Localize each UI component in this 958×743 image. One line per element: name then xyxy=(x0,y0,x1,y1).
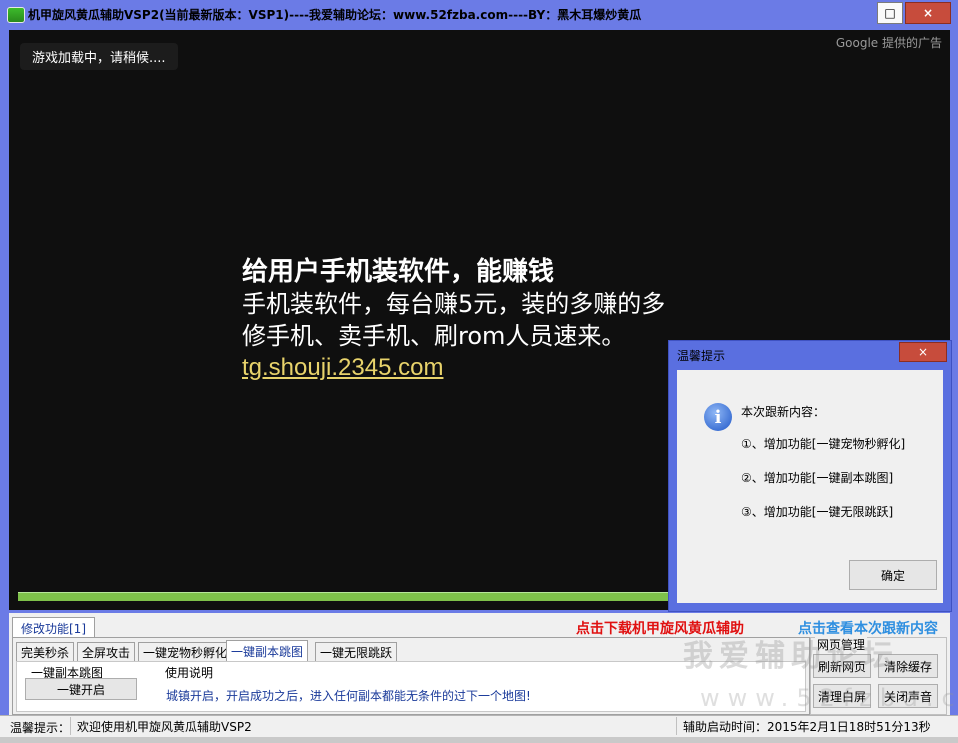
watermark-url: www.52fzba.com xyxy=(700,684,958,712)
notice-dialog: 温馨提示 × i 本次跟新内容： ①、增加功能[一键宠物秒孵化] ②、增加功能[… xyxy=(668,340,952,612)
maximize-button[interactable]: □ xyxy=(877,2,903,24)
info-icon: i xyxy=(704,403,732,431)
usage-group: 使用说明 城镇开启，开启成功之后，进入任何副本都能无条件的过下一个地图! xyxy=(157,666,697,704)
loading-progress-bar xyxy=(18,592,668,601)
loading-indicator: 游戏加载中，请稍候.... xyxy=(20,43,178,70)
tab-perfect-kill[interactable]: 完美秒杀 xyxy=(16,642,75,662)
status-message: 欢迎使用机甲旋风黄瓜辅助VSP2 xyxy=(70,717,677,735)
usage-text: 城镇开启，开启成功之后，进入任何副本都能无条件的过下一个地图! xyxy=(166,689,531,703)
ad-headline[interactable]: 给用户手机装软件，能赚钱 xyxy=(242,256,665,288)
status-bar: 温馨提示： 欢迎使用机甲旋风黄瓜辅助VSP2 辅助启动时间：2015年2月1日1… xyxy=(0,715,958,738)
ad-line: 修手机、卖手机、刷rom人员速来。 xyxy=(242,322,626,350)
app-window: 机甲旋风黄瓜辅助VSP2(当前最新版本：VSP1)----我爱辅助论坛：www.… xyxy=(0,0,958,743)
dialog-item: ②、增加功能[一键副本跳图] xyxy=(741,471,894,485)
start-time: 辅助启动时间：2015年2月1日18时51分13秒 xyxy=(676,717,931,735)
title-bar[interactable]: 机甲旋风黄瓜辅助VSP2(当前最新版本：VSP1)----我爱辅助论坛：www.… xyxy=(0,0,958,28)
tab-fullscreen-attack[interactable]: 全屏攻击 xyxy=(77,642,136,662)
dialog-title: 温馨提示 xyxy=(677,349,726,363)
ad-link[interactable]: tg.shouji.2345.com xyxy=(242,352,665,384)
close-button[interactable]: × xyxy=(905,2,951,24)
ad-block[interactable]: 给用户手机装软件，能赚钱 手机装软件，每台赚5元，装的多赚的多 修手机、卖手机、… xyxy=(242,256,665,384)
dialog-header: 本次跟新内容： xyxy=(741,405,826,419)
enable-button[interactable]: 一键开启 xyxy=(25,678,137,700)
watermark-text: 我爱辅助论坛 xyxy=(683,639,899,674)
ad-line: 手机装软件，每台赚5元，装的多赚的多 xyxy=(242,290,666,318)
tab-infinite-jump[interactable]: 一键无限跳跃 xyxy=(315,642,398,662)
dialog-body: i 本次跟新内容： ①、增加功能[一键宠物秒孵化] ②、增加功能[一键副本跳图]… xyxy=(677,370,943,603)
window-title: 机甲旋风黄瓜辅助VSP2(当前最新版本：VSP1)----我爱辅助论坛：www.… xyxy=(28,8,642,22)
google-ad-label[interactable]: Google 提供的广告 xyxy=(836,34,942,51)
tab-pet-hatch[interactable]: 一键宠物秒孵化 xyxy=(138,642,233,662)
ok-button[interactable]: 确定 xyxy=(849,560,937,590)
usage-label: 使用说明 xyxy=(165,666,214,680)
tab-modify-functions[interactable]: 修改功能[1] xyxy=(12,617,95,638)
status-label: 温馨提示： xyxy=(10,721,71,735)
bottom-edge xyxy=(0,737,958,743)
dialog-item: ③、增加功能[一键无限跳跃] xyxy=(741,505,894,519)
dialog-close-button[interactable]: × xyxy=(899,342,947,362)
dialog-item: ①、增加功能[一键宠物秒孵化] xyxy=(741,437,906,451)
enable-group: 一键副本跳图 一键开启 xyxy=(21,666,149,702)
tab-dungeon-skip[interactable]: 一键副本跳图 xyxy=(226,640,309,662)
app-icon xyxy=(7,7,25,23)
